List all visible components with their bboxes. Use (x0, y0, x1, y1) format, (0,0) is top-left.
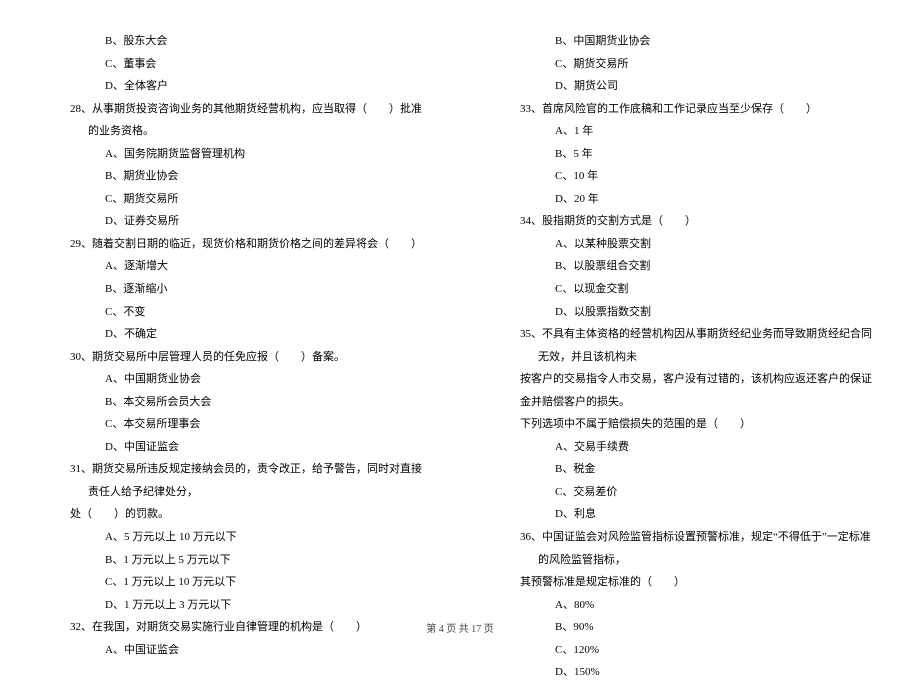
option-32a: A、中国证监会 (40, 639, 430, 662)
option-34c: C、以现金交割 (490, 278, 880, 301)
option-35c: C、交易差价 (490, 481, 880, 504)
question-36: 36、中国证监会对风险监管指标设置预警标准，规定“不得低于”一定标准的风险监管指… (508, 526, 880, 571)
question-30: 30、期货交易所中层管理人员的任免应报（ ）备案。 (58, 346, 430, 369)
right-column: B、中国期货业协会 C、期货交易所 D、期货公司 33、首席风险官的工作底稿和工… (490, 30, 880, 590)
option-27c: C、董事会 (40, 53, 430, 76)
left-column: B、股东大会 C、董事会 D、全体客户 28、从事期货投资咨询业务的其他期货经营… (40, 30, 430, 590)
option-30d: D、中国证监会 (40, 436, 430, 459)
option-33c: C、10 年 (490, 165, 880, 188)
option-30c: C、本交易所理事会 (40, 413, 430, 436)
option-29b: B、逐渐缩小 (40, 278, 430, 301)
option-31d: D、1 万元以上 3 万元以下 (40, 594, 430, 617)
option-29c: C、不变 (40, 301, 430, 324)
page-footer: 第 4 页 共 17 页 (0, 620, 920, 635)
question-29: 29、随着交割日期的临近，现货价格和期货价格之间的差异将会（ ） (58, 233, 430, 256)
option-36c: C、120% (490, 639, 880, 662)
option-33a: A、1 年 (490, 120, 880, 143)
question-33: 33、首席风险官的工作底稿和工作记录应当至少保存（ ） (508, 98, 880, 121)
option-33b: B、5 年 (490, 143, 880, 166)
option-31b: B、1 万元以上 5 万元以下 (40, 549, 430, 572)
question-31: 31、期货交易所违反规定接纳会员的，责令改正，给予警告，同时对直接责任人给予纪律… (58, 458, 430, 503)
question-34: 34、股指期货的交割方式是（ ） (508, 210, 880, 233)
option-27d: D、全体客户 (40, 75, 430, 98)
option-28a: A、国务院期货监督管理机构 (40, 143, 430, 166)
option-28d: D、证券交易所 (40, 210, 430, 233)
option-32c: C、期货交易所 (490, 53, 880, 76)
option-34b: B、以股票组合交割 (490, 255, 880, 278)
option-34a: A、以某种股票交割 (490, 233, 880, 256)
option-31a: A、5 万元以上 10 万元以下 (40, 526, 430, 549)
question-35-cont2: 下列选项中不属于赔偿损失的范围的是（ ） (490, 413, 880, 436)
question-36-cont: 其预警标准是规定标准的（ ） (490, 571, 880, 594)
option-30a: A、中国期货业协会 (40, 368, 430, 391)
option-32b: B、中国期货业协会 (490, 30, 880, 53)
question-28: 28、从事期货投资咨询业务的其他期货经营机构，应当取得（ ）批准的业务资格。 (58, 98, 430, 143)
option-28c: C、期货交易所 (40, 188, 430, 211)
option-35a: A、交易手续费 (490, 436, 880, 459)
option-28b: B、期货业协会 (40, 165, 430, 188)
option-36d: D、150% (490, 661, 880, 684)
question-35: 35、不具有主体资格的经营机构因从事期货经纪业务而导致期货经纪合同无效，并且该机… (508, 323, 880, 368)
option-32d: D、期货公司 (490, 75, 880, 98)
option-27b: B、股东大会 (40, 30, 430, 53)
option-30b: B、本交易所会员大会 (40, 391, 430, 414)
option-29d: D、不确定 (40, 323, 430, 346)
option-31c: C、1 万元以上 10 万元以下 (40, 571, 430, 594)
question-31-cont: 处（ ）的罚款。 (40, 503, 430, 526)
question-35-cont1: 按客户的交易指令人市交易，客户没有过错的，该机构应返还客户的保证金并赔偿客户的损… (490, 368, 880, 413)
option-34d: D、以股票指数交割 (490, 301, 880, 324)
option-36a: A、80% (490, 594, 880, 617)
page-columns: B、股东大会 C、董事会 D、全体客户 28、从事期货投资咨询业务的其他期货经营… (40, 30, 880, 590)
option-35d: D、利息 (490, 503, 880, 526)
option-35b: B、税金 (490, 458, 880, 481)
option-29a: A、逐渐增大 (40, 255, 430, 278)
option-33d: D、20 年 (490, 188, 880, 211)
